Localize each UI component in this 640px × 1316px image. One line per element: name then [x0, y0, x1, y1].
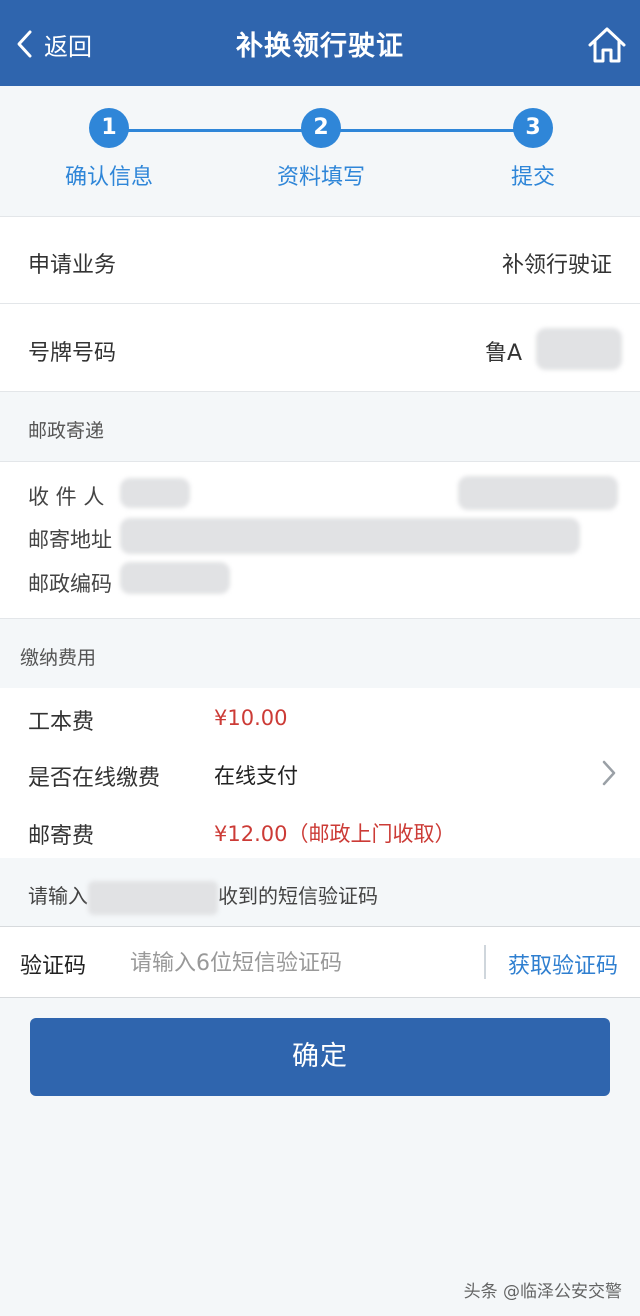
confirm-button[interactable]: 确定	[30, 1018, 610, 1096]
progress-steps: 1 确认信息 2 资料填写 3 提交	[0, 86, 640, 216]
fees-box: 工本费 ¥10.00 是否在线缴费 在线支付 邮寄费 ¥12.00（邮政上门收取…	[0, 688, 640, 858]
postcode-blurred	[120, 562, 230, 594]
plate-label: 号牌号码	[28, 341, 117, 366]
step-3-number: 3	[513, 108, 553, 148]
plate-blurred-area	[536, 328, 622, 370]
sms-hint-prefix: 请输入	[28, 884, 88, 908]
shipping-label: 邮寄费	[28, 824, 95, 849]
plate-value: 鲁A	[484, 341, 522, 366]
online-payment-value: 在线支付	[214, 764, 298, 788]
step-2: 2 资料填写	[241, 108, 401, 191]
step-1-number: 1	[89, 108, 129, 148]
code-label: 验证码	[20, 954, 87, 979]
watermark: 头条 @临泽公安交警	[463, 1282, 622, 1302]
online-payment-label: 是否在线缴费	[28, 766, 161, 791]
business-row: 申请业务 补领行驶证	[0, 216, 640, 304]
recipient-name-blurred	[120, 478, 190, 508]
step-2-number: 2	[301, 108, 341, 148]
chevron-right-icon	[602, 760, 616, 786]
fees-section-title: 缴纳费用	[20, 647, 97, 669]
postal-section-title: 邮政寄递	[28, 420, 105, 442]
step-1: 1 确认信息	[29, 108, 189, 191]
address-label: 邮寄地址	[28, 528, 112, 552]
divider	[484, 945, 486, 979]
postcode-label: 邮政编码	[28, 572, 112, 596]
business-label: 申请业务	[28, 253, 117, 278]
sms-hint-suffix: 收到的短信验证码	[218, 884, 378, 908]
shipping-value: ¥12.00（邮政上门收取）	[214, 822, 456, 846]
get-code-button[interactable]: 获取验证码	[508, 948, 618, 980]
plate-row: 号牌号码 鲁A	[0, 303, 640, 392]
cost-label: 工本费	[28, 710, 95, 735]
page-title: 补换领行驶证	[236, 31, 404, 62]
home-icon[interactable]	[586, 24, 628, 66]
recipient-label: 收 件 人	[28, 485, 105, 509]
sms-hint: 请输入 收到的短信验证码	[28, 880, 378, 915]
step-3-label: 提交	[510, 165, 555, 190]
postal-info-box: 收 件 人 邮寄地址 邮政编码	[0, 461, 640, 619]
verification-code-input[interactable]	[128, 944, 472, 982]
recipient-phone-blurred	[458, 476, 618, 510]
phone-number-blurred	[88, 880, 218, 915]
cost-value: ¥10.00	[214, 706, 288, 730]
step-3: 3 提交	[453, 108, 613, 191]
online-payment-row[interactable]: 是否在线缴费 在线支付	[0, 744, 640, 800]
step-2-label: 资料填写	[276, 165, 365, 190]
address-blurred	[120, 518, 580, 554]
verification-code-row: 验证码 获取验证码	[0, 926, 640, 998]
top-nav-bar: 返回 补换领行驶证	[0, 0, 640, 86]
business-value: 补领行驶证	[501, 253, 612, 278]
step-1-label: 确认信息	[64, 165, 153, 190]
